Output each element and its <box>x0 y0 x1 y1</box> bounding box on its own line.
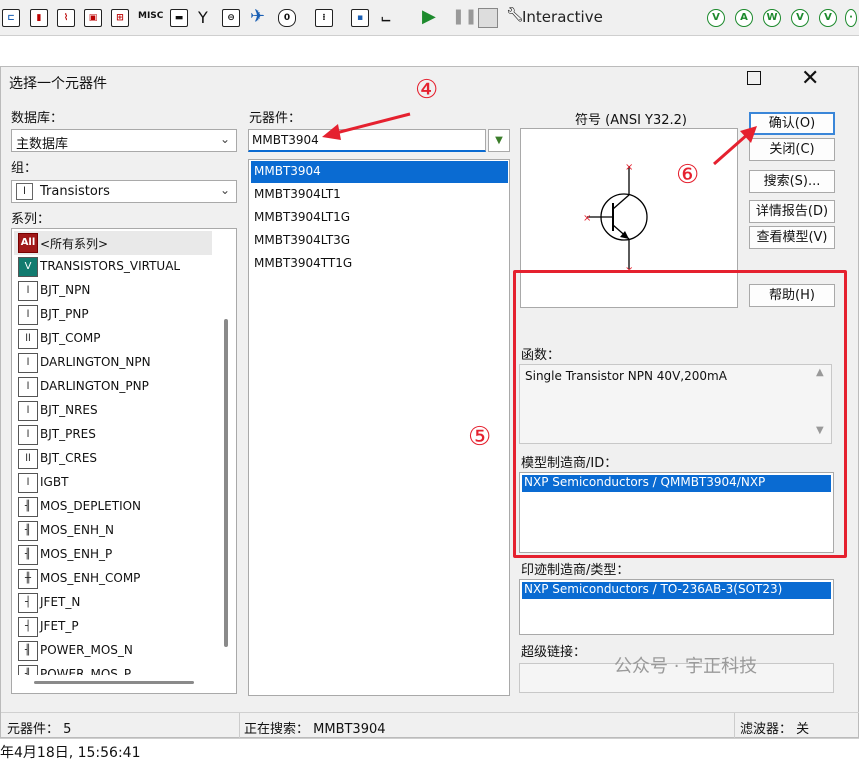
arrow-to-ok <box>713 132 749 166</box>
annotation-arrows <box>322 112 757 166</box>
arrow-to-input <box>331 112 411 136</box>
timestamp: 年4月18日, 15:56:41 <box>0 745 141 761</box>
watermark: 公众号 · 宇正科技 <box>614 656 758 677</box>
arrow-head-4 <box>322 124 341 140</box>
